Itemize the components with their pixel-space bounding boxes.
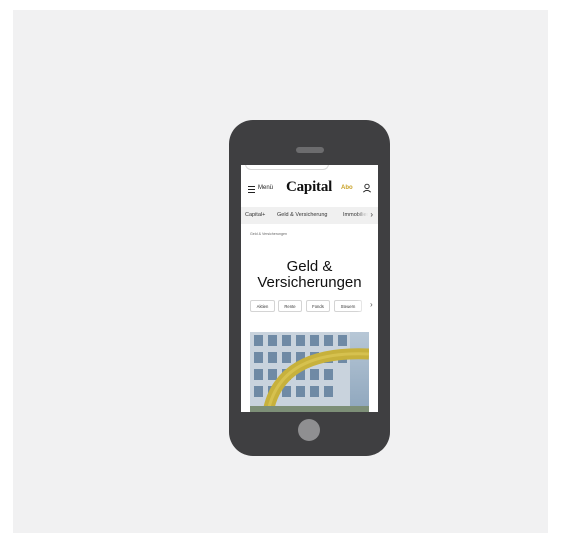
phone-screen: Menü Capital Abo Capital+ Geld & Versich… <box>241 165 378 412</box>
browser-bar-edge <box>245 165 329 170</box>
nav-fade <box>356 207 378 224</box>
filter-chip-aktien[interactable]: Aktien <box>250 300 275 312</box>
chevron-right-icon[interactable]: › <box>370 210 373 219</box>
menu-button[interactable]: Menü <box>258 185 273 191</box>
home-button[interactable] <box>298 419 320 441</box>
filter-chip-rente[interactable]: Rente <box>278 300 302 312</box>
site-logo[interactable]: Capital <box>286 179 332 196</box>
page-title-line2: Versicherungen <box>257 274 362 291</box>
user-icon[interactable] <box>362 183 372 193</box>
breadcrumb[interactable]: Geld & Versicherungen <box>250 232 287 236</box>
nav-item-geld-versicherung[interactable]: Geld & Versicherung <box>277 212 327 218</box>
phone-speaker <box>296 147 324 153</box>
category-nav: Capital+ Geld & Versicherung Immobilien … <box>241 207 378 224</box>
nav-item-capital-plus[interactable]: Capital+ <box>245 212 265 218</box>
page-title-line1: Geld & <box>286 258 333 275</box>
hero-image[interactable] <box>250 332 369 412</box>
chips-fade <box>357 298 378 314</box>
phone-mockup: Menü Capital Abo Capital+ Geld & Versich… <box>229 120 390 456</box>
chevron-right-icon[interactable]: › <box>370 300 373 309</box>
site-header: Menü Capital Abo <box>241 177 378 201</box>
subscribe-link[interactable]: Abo <box>341 185 353 191</box>
filter-chip-fonds[interactable]: Fonds <box>306 300 330 312</box>
hamburger-menu-icon[interactable] <box>248 186 255 193</box>
page-title: Geld & Versicherungen <box>241 259 378 291</box>
background-canvas: Menü Capital Abo Capital+ Geld & Versich… <box>13 10 548 533</box>
